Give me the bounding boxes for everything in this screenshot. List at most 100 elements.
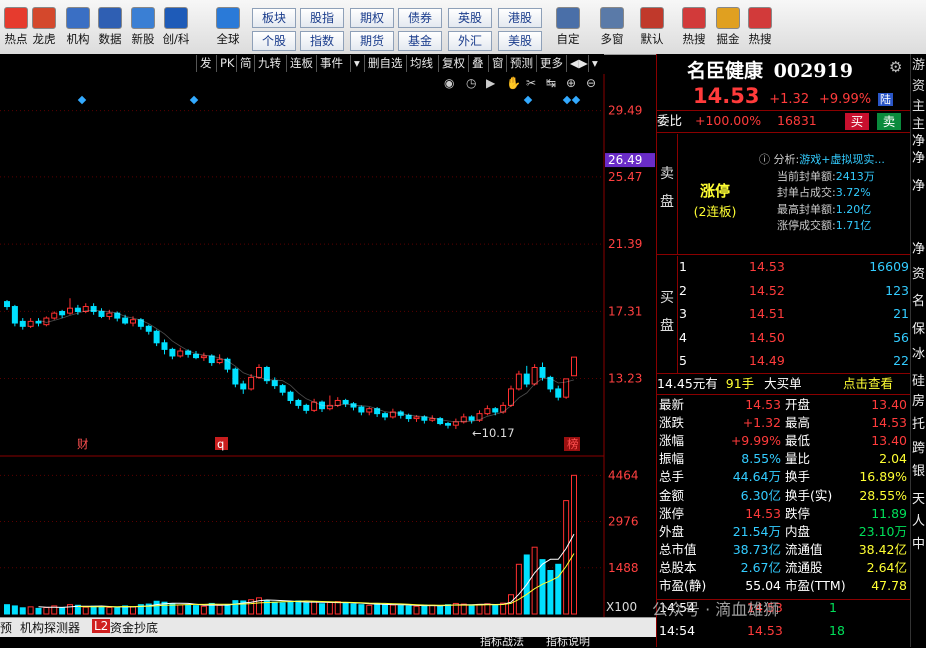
chart-tool-13[interactable]: 更多 — [536, 55, 566, 72]
price-tick-label: 21.39 — [608, 237, 642, 251]
chart-tool-2[interactable]: 简 — [236, 55, 255, 72]
market-btn-4[interactable]: 英股 — [448, 8, 492, 28]
dragon-tiger-icon — [32, 7, 56, 29]
toolbar-pe-data-button[interactable]: 数据 — [94, 4, 126, 52]
chart-tool-12[interactable]: 预测 — [506, 55, 536, 72]
last-price: 14.53 — [693, 84, 760, 108]
chart-tool-5[interactable]: 事件 — [316, 55, 346, 72]
chart-tool-0[interactable]: 发 — [196, 55, 215, 72]
quote-row: 市盈(静) 55.04 市盈(TTM) 47.78 — [659, 578, 907, 593]
chart-tool-15[interactable]: ▾ — [588, 55, 601, 72]
price-highlight-label: 26.49 — [608, 153, 642, 167]
indicator-link-1[interactable]: 指标说明 — [546, 636, 590, 647]
bid-row[interactable]: 2 14.52 123 — [679, 282, 909, 300]
event-marker-label[interactable]: 榜 — [567, 437, 579, 451]
market-btn-0[interactable]: 板块 — [252, 8, 296, 28]
kline-chart[interactable]: 29.49 25.47 21.39 17.31 13.23 26.49 ←10.17 财 q 榜 4… — [0, 74, 656, 619]
volume-unit-label: X100 — [606, 600, 637, 614]
candle-body — [153, 330, 160, 344]
candle-body — [145, 325, 152, 332]
chart-tool-3[interactable]: 九转 — [254, 55, 284, 72]
toolbar-dragon-tiger-button[interactable]: 龙虎 — [28, 4, 60, 52]
event-marker-icon[interactable] — [562, 95, 572, 105]
toolbar-custom-button[interactable]: 自定 — [548, 4, 588, 52]
bottom-tab-2[interactable]: L2 — [92, 619, 111, 633]
chart-tool-14[interactable]: ◀▶ — [566, 55, 591, 72]
market-btn-2[interactable]: 期权 — [350, 8, 394, 28]
bottom-tab-0[interactable]: 预 — [0, 619, 12, 636]
right-edge-text: 保 — [912, 322, 926, 337]
indicator-link-0[interactable]: 指标战法 — [480, 636, 524, 647]
right-edge-text: 名 — [912, 294, 926, 309]
event-marker-label[interactable]: 财 — [77, 437, 89, 451]
event-marker-icon[interactable] — [189, 95, 199, 105]
candle-body — [295, 399, 302, 406]
toolbar-hot-search-button[interactable]: 热搜 — [678, 4, 710, 52]
chart-tool-7[interactable]: 删自选 — [364, 55, 406, 72]
volume-bar — [342, 602, 349, 615]
market-btn-3[interactable]: 债券 — [398, 8, 442, 28]
analysis-link[interactable]: 游戏+虚拟现实... — [799, 153, 885, 166]
volume-bar — [82, 606, 89, 615]
bottom-tab-3[interactable]: 资金抄底 — [110, 619, 158, 636]
toolbar-new-stock-button[interactable]: 新股 — [127, 4, 159, 52]
market-btn-r2-2[interactable]: 期货 — [350, 31, 394, 51]
candle-body — [200, 355, 207, 359]
toolbar-gold-button[interactable]: 掘金 — [712, 4, 744, 52]
quote-row: 总市值 38.73亿 流通值 38.42亿 — [659, 541, 907, 557]
indicator-links: 指标战法 指标说明 — [470, 636, 656, 647]
market-btn-r2-0[interactable]: 个股 — [252, 31, 296, 51]
toolbar-home-button[interactable]: 默认 — [636, 4, 668, 52]
event-marker-label[interactable]: q — [217, 437, 224, 451]
market-btn-5[interactable]: 港股 — [498, 8, 542, 28]
chart-tool-1[interactable]: PK — [216, 55, 237, 72]
big-order-link[interactable]: 点击查看 — [843, 375, 893, 393]
toolbar-hot-search-2-button[interactable]: 热搜 — [744, 4, 776, 52]
market-btn-r2-4[interactable]: 外汇 — [448, 31, 492, 51]
candle-body — [452, 421, 459, 426]
bottom-tab-1[interactable]: 机构探测器 — [20, 619, 80, 636]
market-btn-r2-3[interactable]: 基金 — [398, 31, 442, 51]
chart-tool-6[interactable]: ▾ — [350, 55, 363, 72]
candle-body — [366, 408, 373, 413]
quote-row: 振幅 8.55% 量比 2.04 — [659, 451, 907, 467]
toolbar-chuang-button[interactable]: 创/科 — [160, 4, 192, 52]
institution-icon — [66, 7, 90, 29]
candle-body — [445, 423, 451, 426]
volume-bar — [279, 602, 286, 615]
volume-bar — [468, 604, 475, 615]
bid-row[interactable]: 4 14.50 56 — [679, 329, 909, 347]
volume-bar — [216, 604, 223, 615]
market-btn-r2-5[interactable]: 美股 — [498, 31, 542, 51]
right-edge-text: 房 — [912, 394, 926, 409]
toolbar-multi-window-button[interactable]: 多窗 — [592, 4, 632, 52]
market-btn-r2-1[interactable]: 指数 — [300, 31, 344, 51]
info-icon[interactable]: ⓘ — [759, 153, 770, 166]
event-marker-icon[interactable] — [77, 95, 87, 105]
chart-tool-11[interactable]: 窗 — [488, 55, 507, 72]
tick-row: 14:54 14.53 18 — [659, 623, 845, 638]
chart-tool-8[interactable]: 均线 — [406, 55, 436, 72]
sell-button[interactable]: 卖 — [877, 113, 901, 130]
volume-bar — [59, 607, 66, 615]
watermark: 公众号 · 滴血雄狮 — [652, 600, 780, 619]
bid-row[interactable]: 1 14.53 16609 — [679, 258, 909, 276]
event-marker-icon[interactable] — [523, 95, 533, 105]
bid-row[interactable]: 5 14.49 22 — [679, 352, 909, 370]
candle-body — [98, 310, 105, 317]
gear-icon[interactable]: ⚙ — [889, 58, 902, 76]
volume-bar — [382, 603, 388, 615]
buy-button[interactable]: 买 — [845, 113, 869, 130]
market-btn-1[interactable]: 股指 — [300, 8, 344, 28]
quote-row: 涨幅 +9.99% 最低 13.40 — [659, 433, 907, 449]
custom-icon — [556, 7, 580, 29]
chart-tool-10[interactable]: 叠 — [468, 55, 487, 72]
chart-tool-4[interactable]: 连板 — [286, 55, 316, 72]
volume-bar — [193, 605, 199, 615]
bid-row[interactable]: 3 14.51 21 — [679, 305, 909, 323]
volume-bar — [303, 602, 310, 615]
toolbar-globe-button[interactable]: 全球 — [210, 4, 246, 52]
event-marker-icon[interactable] — [571, 95, 581, 105]
chart-tool-9[interactable]: 复权 — [438, 55, 468, 72]
toolbar-institution-button[interactable]: 机构 — [62, 4, 94, 52]
